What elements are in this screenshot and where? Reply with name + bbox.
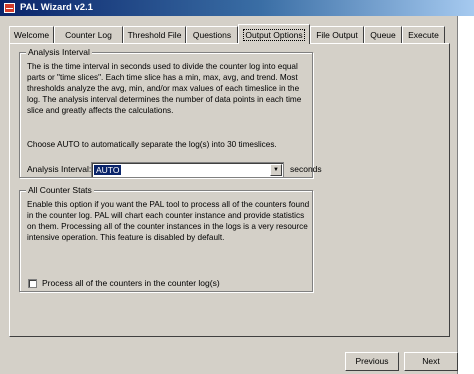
output-options-panel: Analysis Interval The is the time interv… — [9, 43, 450, 337]
tab-counter-log[interactable]: Counter Log — [54, 26, 123, 43]
description-line: on them. Processing all of the counter i… — [27, 222, 308, 231]
tab-questions-label: Questions — [192, 30, 232, 40]
description-line: Enable this option if you want the PAL t… — [27, 200, 310, 209]
tab-queue[interactable]: Queue — [364, 26, 402, 43]
tab-welcome[interactable]: Welcome — [9, 26, 54, 43]
analysis-interval-group: Analysis Interval The is the time interv… — [19, 47, 322, 178]
analysis-interval-description: The is the time interval in seconds used… — [27, 61, 301, 116]
tab-queue-label: Queue — [370, 30, 396, 40]
description-line: in the counter log. PAL will chart each … — [27, 211, 305, 220]
tab-execute-label: Execute — [408, 30, 439, 40]
description-line: log. The analysis interval determines th… — [27, 95, 302, 104]
description-line: The is the time interval in seconds used… — [27, 62, 298, 71]
auto-note: Choose AUTO to automatically separate th… — [27, 140, 277, 149]
all-counter-stats-group-label: All Counter Stats — [26, 185, 94, 195]
tab-threshold-file[interactable]: Threshold File — [123, 26, 186, 43]
analysis-interval-select[interactable]: AUTO ▼ — [91, 162, 284, 178]
window-title: PAL Wizard v2.1 — [20, 2, 93, 13]
analysis-interval-group-label: Analysis Interval — [26, 47, 92, 57]
all-counter-stats-description: Enable this option if you want the PAL t… — [27, 199, 309, 243]
seconds-unit-label: seconds — [290, 164, 322, 174]
analysis-interval-label: Analysis Interval: — [27, 164, 92, 174]
tab-file-output[interactable]: File Output — [310, 26, 364, 43]
pal-app-icon — [4, 3, 15, 13]
tab-welcome-label: Welcome — [13, 30, 50, 40]
description-line: thresholds analyze the avg, min, and/or … — [27, 84, 300, 93]
chevron-down-icon[interactable]: ▼ — [270, 164, 282, 176]
tab-execute[interactable]: Execute — [402, 26, 445, 43]
tab-questions[interactable]: Questions — [186, 26, 238, 43]
process-all-counters-checkbox[interactable] — [28, 279, 37, 288]
description-line: parts or "time slices". Each time slice … — [27, 73, 298, 82]
all-counter-stats-group: All Counter Stats Enable this option if … — [19, 185, 313, 292]
next-button[interactable]: Next — [404, 352, 458, 371]
tab-counter-log-label: Counter Log — [65, 30, 112, 40]
description-line: slice and greatly affects the calculatio… — [27, 106, 174, 115]
process-all-counters-label[interactable]: Process all of the counters in the count… — [42, 278, 220, 288]
tab-file-output-label: File Output — [316, 30, 358, 40]
description-line: intensive operation. This feature is dis… — [27, 233, 225, 242]
title-bar[interactable]: PAL Wizard v2.1 — [0, 0, 474, 16]
tab-threshold-file-label: Threshold File — [127, 30, 182, 40]
analysis-interval-value: AUTO — [94, 165, 122, 175]
tab-output-options[interactable]: Output Options — [238, 24, 310, 44]
wizard-window: Welcome Counter Log Threshold File Quest… — [0, 16, 458, 374]
previous-button[interactable]: Previous — [345, 352, 399, 371]
tab-output-options-label: Output Options — [243, 29, 305, 41]
